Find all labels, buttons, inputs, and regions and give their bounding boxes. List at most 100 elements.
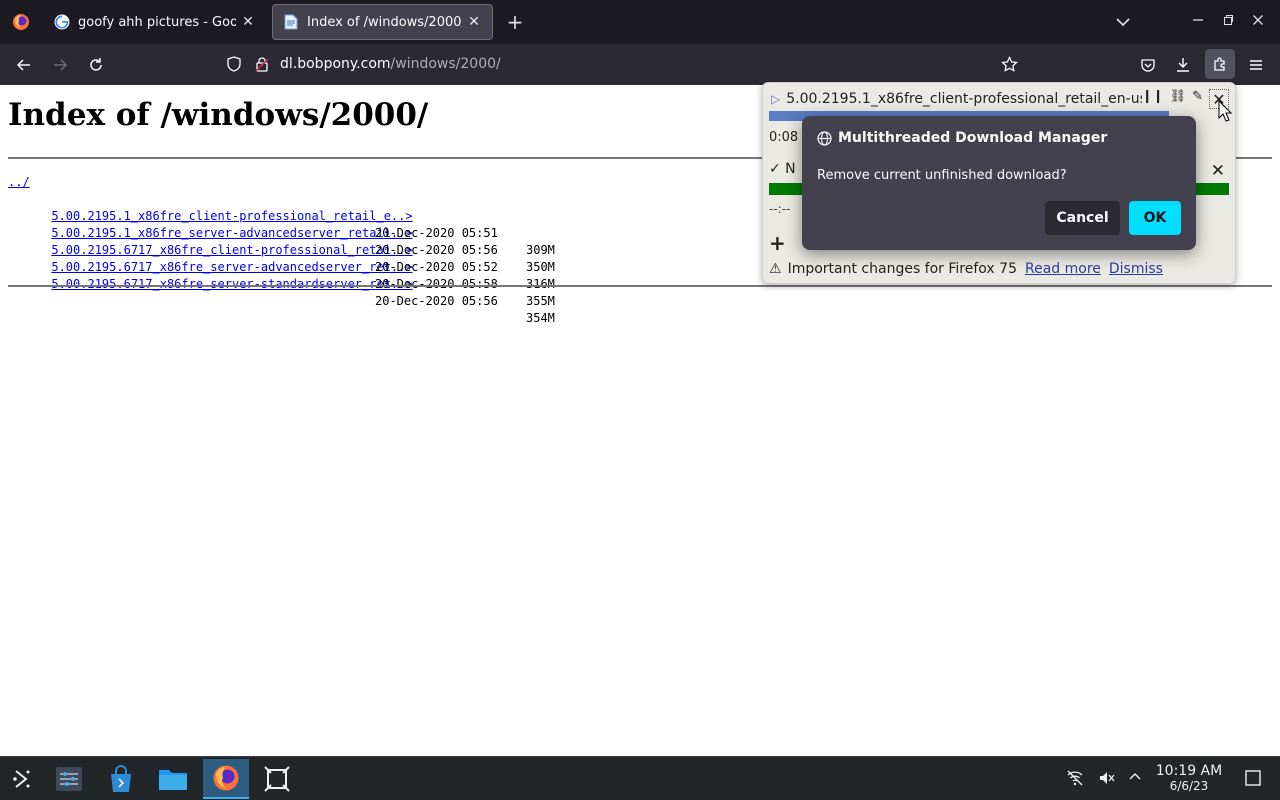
volume-muted-icon[interactable]	[1098, 769, 1116, 787]
close-tab-icon[interactable]: ✕	[466, 14, 482, 30]
dialog-message: Remove current unfinished download?	[817, 168, 1067, 183]
link-icon[interactable]: ⛓	[1170, 89, 1187, 109]
update-notice: ⚠ Important changes for Firefox 75 Read …	[769, 261, 1163, 277]
firefox-logo-icon	[13, 14, 29, 30]
forward-button[interactable]	[47, 52, 73, 78]
back-button[interactable]	[11, 52, 37, 78]
directory-listing: ../ 5.00.2195.1_x86fre_client-profession…	[8, 174, 555, 325]
notice-text: Important changes for Firefox 75	[787, 261, 1017, 277]
list-item: ../	[8, 174, 413, 191]
reload-icon	[90, 58, 102, 71]
warning-icon: ⚠	[769, 261, 782, 277]
list-all-tabs-button[interactable]	[1112, 11, 1134, 33]
window-frame-icon	[264, 766, 290, 792]
download-file-name: 5.00.2195.1_x86fre_client-professional_r…	[786, 91, 1142, 107]
extensions-button[interactable]	[1205, 49, 1235, 79]
remove-download-icon[interactable]: ✕	[1211, 161, 1225, 181]
tab-google[interactable]: goofy ahh pictures - Google ✕	[44, 4, 266, 40]
ok-button[interactable]: OK	[1129, 201, 1181, 235]
new-tab-button[interactable]: +	[502, 9, 528, 35]
taskbar: 10:19 AM 6/6/23	[0, 756, 1280, 800]
close-tab-icon[interactable]: ✕	[240, 14, 256, 30]
file-size: 355M	[526, 294, 555, 308]
divider	[8, 285, 1272, 287]
cancel-button[interactable]: Cancel	[1045, 201, 1120, 235]
tab-title: Index of /windows/2000/	[307, 14, 462, 30]
firefox-task[interactable]	[203, 759, 249, 799]
app-menu-button[interactable]	[1243, 52, 1269, 78]
file-date: 20-Dec-2020 05:56	[375, 294, 498, 308]
list-item: 5.00.2195.1_x86fre_client-professional_r…	[8, 191, 555, 257]
pocket-icon	[1141, 59, 1155, 72]
show-desktop-icon[interactable]	[1244, 769, 1262, 787]
url-path: /windows/2000/	[390, 56, 501, 72]
url-bar[interactable]: dl.bobpony.com/windows/2000/	[220, 48, 1030, 80]
arrow-left-icon	[16, 59, 30, 71]
mouse-cursor-icon	[1218, 100, 1232, 122]
file-size: 354M	[526, 311, 555, 325]
page-favicon-icon	[283, 14, 299, 30]
file-link[interactable]: 5.00.2195.6717_x86fre_server-standardser…	[51, 277, 412, 291]
tab-title: goofy ahh pictures - Google	[78, 14, 236, 30]
add-download-icon[interactable]: +	[769, 231, 786, 255]
window-manager-task[interactable]	[257, 759, 297, 799]
settings-sliders-icon	[56, 767, 82, 791]
restore-icon	[1224, 15, 1233, 25]
hamburger-menu-icon	[1250, 60, 1262, 70]
parent-directory-link[interactable]: ../	[8, 175, 30, 189]
url-text[interactable]: dl.bobpony.com/windows/2000/	[280, 56, 501, 72]
dismiss-link[interactable]: Dismiss	[1109, 261, 1163, 277]
read-more-link[interactable]: Read more	[1025, 261, 1101, 277]
insecure-lock-icon[interactable]	[254, 56, 270, 76]
tracking-protection-shield-icon[interactable]	[226, 56, 242, 76]
file-link[interactable]: 5.00.2195.1_x86fre_server-advancedserver…	[51, 226, 412, 240]
show-hidden-icons-chevron-up-icon[interactable]	[1126, 769, 1144, 787]
chevron-down-icon	[1116, 18, 1130, 27]
file-link[interactable]: 5.00.2195.6717_x86fre_client-professiona…	[51, 243, 412, 257]
download-item[interactable]: ▷ 5.00.2195.1_x86fre_client-professional…	[771, 89, 1229, 109]
firefox-logo-icon	[213, 765, 239, 791]
downloads-button[interactable]	[1170, 52, 1196, 78]
folder-icon	[159, 770, 187, 790]
firefox-view-button[interactable]	[0, 0, 42, 44]
file-size: 309M	[526, 243, 555, 257]
file-manager-task[interactable]	[153, 759, 193, 799]
download-icon	[1177, 58, 1189, 72]
navigation-toolbar: dl.bobpony.com/windows/2000/	[0, 44, 1280, 85]
file-link[interactable]: 5.00.2195.1_x86fre_client-professional_r…	[51, 209, 412, 223]
file-date: 20-Dec-2020 05:51	[375, 226, 498, 240]
url-host: dl.bobpony.com	[280, 56, 391, 72]
reload-button[interactable]	[83, 52, 109, 78]
bookmark-star-icon[interactable]	[1001, 55, 1018, 77]
restore-window-button[interactable]	[1218, 12, 1238, 32]
digital-clock[interactable]: 10:19 AM 6/6/23	[1148, 763, 1230, 793]
pause-icon[interactable]: ❙❙	[1142, 89, 1164, 109]
google-favicon-icon	[54, 14, 70, 30]
minimize-icon	[1193, 19, 1203, 21]
globe-icon	[817, 130, 832, 146]
file-date: 20-Dec-2020 05:56	[375, 243, 498, 257]
network-icon[interactable]	[1066, 769, 1084, 787]
pencil-icon[interactable]: ✎	[1192, 89, 1203, 109]
close-window-button[interactable]	[1248, 12, 1268, 32]
page-heading: Index of /windows/2000/	[8, 97, 429, 133]
file-size: 350M	[526, 260, 555, 274]
file-link[interactable]: 5.00.2195.6717_x86fre_server-advancedser…	[51, 260, 412, 274]
launcher-icon	[13, 770, 30, 788]
download-speed: --:--	[769, 202, 791, 216]
play-icon[interactable]: ▷	[771, 92, 780, 106]
file-date: 20-Dec-2020 05:52	[375, 260, 498, 274]
puzzle-piece-icon	[1214, 57, 1225, 71]
store-bag-icon	[111, 765, 131, 792]
discover-task[interactable]	[101, 759, 141, 799]
application-launcher-button[interactable]	[2, 759, 42, 799]
clock-date: 6/6/23	[1169, 779, 1209, 793]
tab-bar: goofy ahh pictures - Google ✕ Index of /…	[0, 0, 1280, 44]
minimize-window-button[interactable]	[1188, 12, 1208, 32]
tab-index[interactable]: Index of /windows/2000/ ✕	[272, 4, 493, 40]
pocket-button[interactable]	[1135, 52, 1161, 78]
system-settings-task[interactable]	[49, 759, 89, 799]
confirm-dialog: Multithreaded Download Manager Remove cu…	[802, 116, 1196, 250]
dialog-title: Multithreaded Download Manager	[817, 130, 1107, 146]
download-elapsed: 0:08	[769, 130, 799, 145]
